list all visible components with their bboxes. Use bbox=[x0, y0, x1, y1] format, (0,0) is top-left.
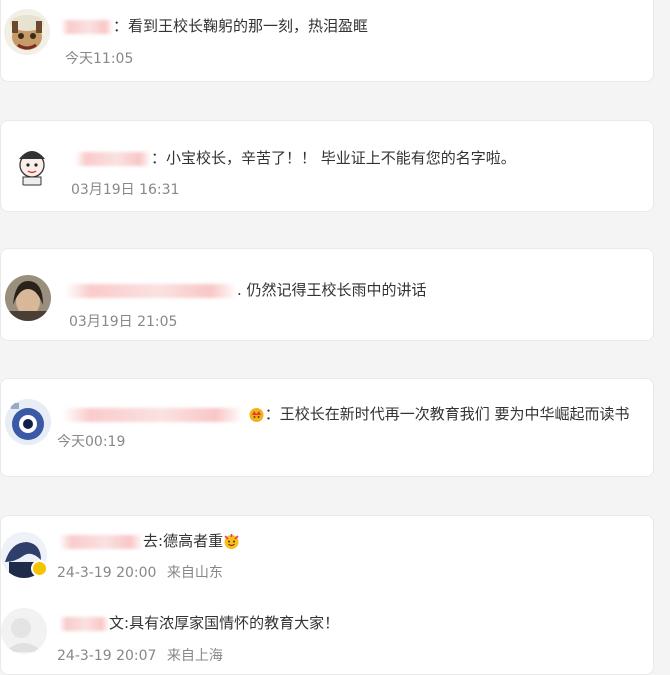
comment-card: 去:德高者重 24-3-19 20:00 来自山东 文:具有浓厚家国情怀的教育大… bbox=[0, 515, 654, 675]
comment-text: ：看到王校长鞠躬的那一刻，热泪盈眶 bbox=[113, 17, 369, 35]
verified-badge-icon bbox=[31, 560, 48, 577]
avatar-icon bbox=[4, 9, 50, 55]
avatar[interactable] bbox=[1, 608, 47, 654]
username-blurred[interactable] bbox=[63, 407, 243, 422]
comment-line: 去:德高者重 bbox=[59, 530, 240, 551]
comment-text: 具有浓厚家国情怀的教育大家！ bbox=[129, 614, 340, 632]
comment-text: ：王校长在新时代再一次教育我们 要为中华崛起而读书 bbox=[264, 405, 630, 423]
comment-text: . 仍然记得王校长雨中的讲话 bbox=[237, 281, 427, 299]
avatar[interactable] bbox=[5, 275, 51, 321]
comment-line: 文:具有浓厚家国情怀的教育大家！ bbox=[59, 612, 339, 633]
username-blurred[interactable] bbox=[61, 19, 113, 34]
comment-text: 德高者重 bbox=[163, 532, 224, 550]
username-blurred[interactable] bbox=[75, 151, 151, 166]
avatar-icon bbox=[5, 399, 51, 445]
comment-card: . 仍然记得王校长雨中的讲话 03月19日 21:05 bbox=[0, 248, 654, 341]
celebrate-emoji bbox=[223, 533, 240, 550]
comment-card: ：看到王校长鞠躬的那一刻，热泪盈眶 今天11:05 bbox=[0, 0, 654, 82]
crown-emoji bbox=[248, 406, 265, 423]
comment-time: 24-3-19 20:07 来自上海 bbox=[57, 645, 223, 665]
comment-location: 来自上海 bbox=[166, 648, 223, 664]
comment-time: 03月19日 21:05 bbox=[69, 314, 178, 330]
avatar[interactable] bbox=[4, 9, 50, 55]
avatar-icon bbox=[1, 608, 47, 654]
comment-line: . 仍然记得王校长雨中的讲话 bbox=[65, 279, 427, 300]
comment-time: 今天00:19 bbox=[57, 434, 126, 450]
avatar-icon bbox=[5, 275, 51, 321]
comment-time: 24-3-19 20:00 来自山东 bbox=[57, 562, 223, 582]
username-blurred[interactable] bbox=[59, 534, 143, 549]
comment-location: 来自山东 bbox=[166, 565, 223, 581]
nickname-suffix: 文: bbox=[109, 614, 130, 632]
avatar-icon bbox=[9, 141, 55, 187]
comment-date: 24-3-19 20:07 bbox=[57, 648, 157, 664]
comment-line: ：看到王校长鞠躬的那一刻，热泪盈眶 bbox=[61, 15, 368, 36]
comment-line: ：小宝校长，辛苦了！！ 毕业证上不能有您的名字啦。 bbox=[75, 147, 516, 168]
comment-card: ：王校长在新时代再一次教育我们 要为中华崛起而读书 今天00:19 bbox=[0, 378, 654, 477]
nickname-suffix: 去: bbox=[143, 532, 164, 550]
comment-date: 24-3-19 20:00 bbox=[57, 565, 157, 581]
comment-line: ：王校长在新时代再一次教育我们 要为中华崛起而读书 bbox=[63, 403, 630, 424]
avatar[interactable] bbox=[9, 141, 55, 187]
comment-time: 今天11:05 bbox=[65, 51, 134, 67]
comment-text: ：小宝校长，辛苦了！！ 毕业证上不能有您的名字啦。 bbox=[151, 149, 516, 167]
username-blurred[interactable] bbox=[65, 283, 237, 298]
comment-card: ：小宝校长，辛苦了！！ 毕业证上不能有您的名字啦。 03月19日 16:31 bbox=[0, 120, 654, 212]
avatar[interactable] bbox=[5, 399, 51, 445]
comment-time: 03月19日 16:31 bbox=[71, 182, 180, 198]
username-blurred[interactable] bbox=[59, 616, 109, 631]
